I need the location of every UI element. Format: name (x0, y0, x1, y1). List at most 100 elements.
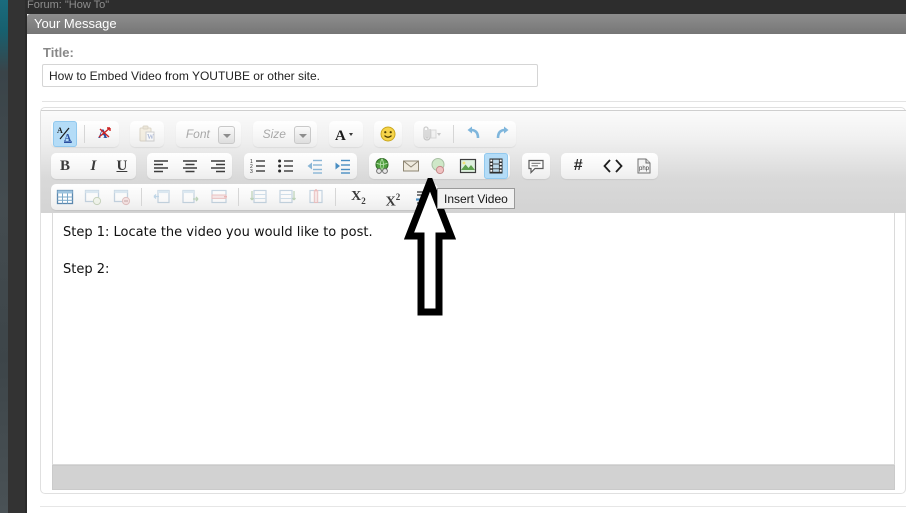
svg-text:A: A (335, 128, 346, 143)
breadcrumb: Forum: "How To" (27, 0, 110, 11)
underline-icon[interactable]: U (110, 153, 134, 179)
align-right-glyph (209, 157, 227, 175)
attachment-dropdown[interactable] (416, 121, 446, 147)
title-field-label: Title: (43, 45, 74, 60)
page-title: Your Message (34, 16, 117, 31)
split-cell-glyph (181, 188, 199, 206)
ordered-list-icon[interactable]: 1 2 3 (246, 153, 270, 179)
toolbar-row-2: B I U 1 2 3 # php (51, 153, 665, 179)
outdent-icon[interactable] (303, 153, 327, 179)
chevron-down-icon[interactable] (294, 125, 312, 144)
globe-link-glyph (374, 157, 392, 175)
insert-table-icon[interactable] (53, 184, 77, 210)
editor-line-1: Step 1: Locate the video you would like … (63, 225, 373, 240)
align-left-icon[interactable] (149, 153, 173, 179)
editor-content-area[interactable]: Step 1: Locate the video you would like … (52, 213, 895, 465)
source-toggle-icon[interactable]: A A (53, 121, 77, 147)
delete-column-icon[interactable] (304, 184, 328, 210)
hash-glyph: # (573, 157, 583, 174)
chevron-down-icon[interactable] (218, 125, 236, 144)
align-right-icon[interactable] (206, 153, 230, 179)
toolbar-group-style: B I U (51, 153, 136, 179)
toolbar-separator (453, 125, 455, 143)
toolbar-group-paste: W (130, 121, 165, 147)
align-left-glyph (152, 157, 170, 175)
toolbar-group-list: 1 2 3 (243, 153, 358, 179)
speech-bubble-glyph (527, 157, 545, 175)
toolbar-group-table: X2 X2 (51, 184, 439, 210)
bold-icon[interactable]: B (53, 153, 77, 179)
toolbar-group-color: A (328, 121, 363, 147)
redo-icon[interactable] (490, 121, 514, 147)
insert-row-before-icon[interactable] (247, 184, 271, 210)
merge-cells-icon[interactable] (150, 184, 174, 210)
subscript-icon[interactable]: X2 (343, 184, 373, 210)
insert-hash-icon[interactable]: # (563, 153, 593, 179)
insert-video-icon[interactable] (484, 153, 509, 179)
panel-header-bar (27, 14, 906, 34)
delete-row-icon[interactable] (207, 184, 231, 210)
source-toggle-glyph: A A (56, 125, 74, 143)
align-center-icon[interactable] (178, 153, 202, 179)
align-center-glyph (181, 157, 199, 175)
redo-glyph (493, 125, 511, 143)
text-color-dropdown[interactable]: A (331, 121, 361, 147)
top-dark-bar (25, 0, 906, 14)
split-cell-icon[interactable] (178, 184, 202, 210)
ordered-list-glyph: 1 2 3 (249, 157, 267, 175)
toolbar-group-quote (521, 153, 550, 179)
toolbar-group-smiley (374, 121, 403, 147)
title-input[interactable] (42, 64, 538, 87)
toolbar-group-mode: A A A (51, 121, 119, 147)
film-strip-glyph (487, 157, 505, 175)
section-divider-bottom (40, 506, 906, 507)
svg-text:A: A (57, 126, 63, 135)
paste-from-word-icon[interactable]: W (132, 121, 162, 147)
insert-php-icon[interactable]: php (632, 153, 656, 179)
toolbar-separator (141, 188, 143, 206)
toolbar-row-3: X2 X2 (51, 184, 445, 210)
toolbar-separator (84, 125, 86, 143)
smiley-icon[interactable] (376, 121, 400, 147)
envelope-glyph (402, 157, 420, 175)
toolbar-group-code: # php (561, 153, 659, 179)
toolbar-group-size: Size (252, 121, 318, 147)
remove-formatting-glyph: A (96, 125, 114, 143)
insert-row-after-glyph (278, 188, 297, 206)
insert-row-after-icon[interactable] (275, 184, 299, 210)
image-glyph (459, 157, 477, 175)
insert-email-icon[interactable] (399, 153, 423, 179)
unlink-icon[interactable] (427, 153, 451, 179)
font-size-value: Size (262, 127, 286, 141)
italic-icon[interactable]: I (81, 153, 105, 179)
table-properties-icon[interactable] (81, 184, 105, 210)
unordered-list-glyph (277, 157, 295, 175)
editor-status-bar (52, 465, 895, 490)
undo-icon[interactable] (462, 121, 486, 147)
table-properties-glyph (84, 188, 102, 206)
text-color-glyph: A (334, 125, 358, 143)
svg-text:W: W (147, 133, 154, 141)
font-size-dropdown[interactable]: Size (255, 121, 316, 147)
insert-quote-icon[interactable] (524, 153, 548, 179)
toolbar-group-align (147, 153, 233, 179)
code-brackets-glyph (602, 157, 624, 175)
toolbar-group-insert (368, 153, 511, 179)
sidebar-dark-panel (8, 0, 25, 513)
window-left-rail (0, 0, 8, 513)
globe-unlink-glyph (430, 157, 448, 175)
delete-table-icon[interactable] (110, 184, 134, 210)
merge-cells-glyph (153, 188, 171, 206)
svg-text:3: 3 (250, 169, 253, 175)
insert-link-icon[interactable] (371, 153, 395, 179)
toolbar-separator (238, 188, 240, 206)
font-family-dropdown[interactable]: Font (178, 121, 239, 147)
insert-image-icon[interactable] (456, 153, 480, 179)
indent-icon[interactable] (331, 153, 355, 179)
delete-table-glyph (113, 188, 131, 206)
unordered-list-icon[interactable] (274, 153, 298, 179)
php-file-glyph: php (635, 157, 653, 175)
remove-formatting-icon[interactable]: A (93, 121, 117, 147)
insert-code-icon[interactable] (598, 153, 628, 179)
toolbar-group-attach (413, 121, 517, 147)
